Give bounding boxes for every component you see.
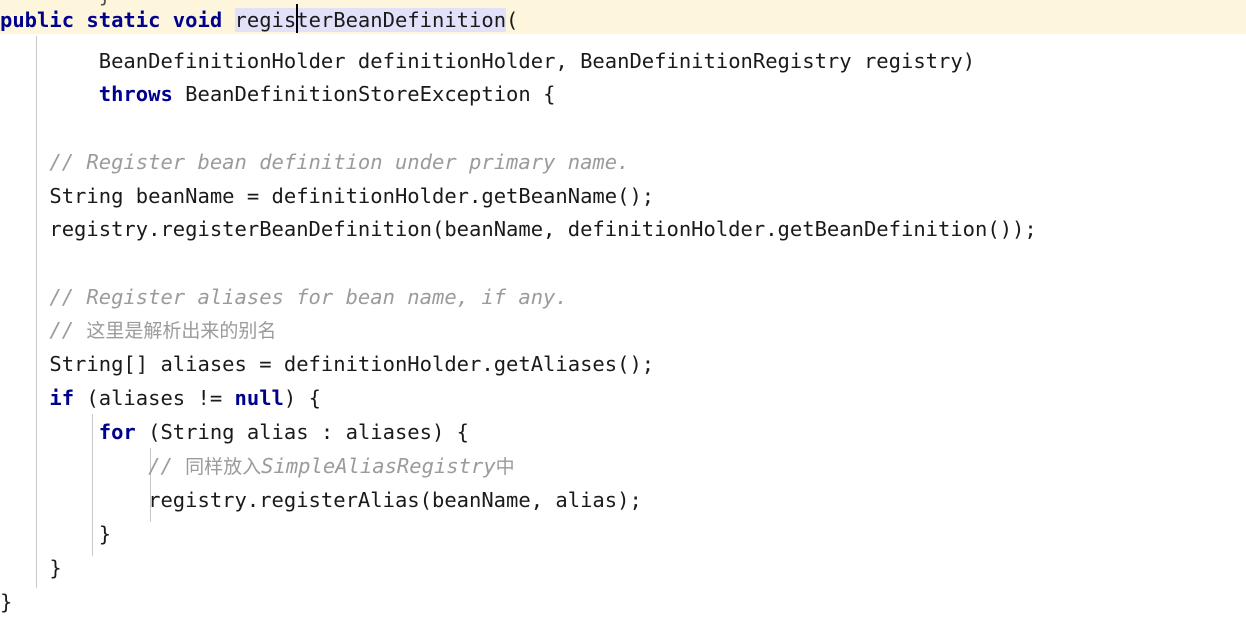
- code-token-comment: SimpleAliasRegistry: [261, 454, 496, 478]
- code-token-keyword: throws: [98, 82, 173, 106]
- code-token-plain: }: [49, 556, 62, 580]
- code-token-keyword: if: [49, 386, 75, 410]
- code-token-comment-cjk: 中: [495, 456, 515, 478]
- code-token-plain: String[] aliases = definitionHolder.getA…: [49, 352, 655, 376]
- code-line[interactable]: String[] aliases = definitionHolder.getA…: [0, 348, 1246, 382]
- code-line[interactable]: throws BeanDefinitionStoreException {: [0, 78, 1246, 112]
- code-token-indent: [0, 217, 49, 241]
- code-token-indent: [0, 318, 49, 342]
- code-token-plain: String beanName = definitionHolder.getBe…: [49, 184, 655, 208]
- code-token-indent: [0, 386, 49, 410]
- code-line[interactable]: [0, 111, 1246, 145]
- code-token-indent: [0, 285, 49, 309]
- code-token-plain: (String alias : aliases) {: [135, 420, 470, 444]
- code-token-plain: }: [0, 590, 13, 614]
- code-token-comment: //: [49, 318, 87, 342]
- code-token-keyword: null: [234, 386, 284, 410]
- code-token-indent: [0, 454, 148, 478]
- code-token-indent: [0, 49, 99, 73]
- code-token-indent: [0, 352, 49, 376]
- code-line[interactable]: }: [0, 518, 1246, 552]
- code-token-plain: registry.registerBeanDefinition(beanName…: [49, 217, 1037, 241]
- code-line[interactable]: BeanDefinitionHolder definitionHolder, B…: [0, 45, 1246, 79]
- code-token-indent: [0, 184, 49, 208]
- code-line[interactable]: // 这里是解析出来的别名: [0, 314, 1246, 348]
- code-token-comment: //: [148, 454, 186, 478]
- code-token-indent: [0, 82, 99, 106]
- code-token-plain: BeanDefinitionStoreException {: [172, 82, 556, 106]
- code-line[interactable]: for (String alias : aliases) {: [0, 416, 1246, 450]
- code-token-identifier-highlight: registerBeanDefinition: [234, 8, 507, 32]
- code-editor[interactable]: } public static void registerBeanDefinit…: [0, 0, 1246, 628]
- code-token-comment: // Register aliases for bean name, if an…: [49, 285, 568, 309]
- code-token-indent: [0, 488, 148, 512]
- code-token-plain: (aliases !=: [74, 386, 235, 410]
- code-line[interactable]: if (aliases != null) {: [0, 382, 1246, 416]
- code-line[interactable]: public static void registerBeanDefinitio…: [0, 4, 1246, 38]
- code-token-indent: [0, 420, 99, 444]
- code-token-indent: [0, 556, 49, 580]
- code-line[interactable]: // Register aliases for bean name, if an…: [0, 281, 1246, 315]
- code-token-indent: [0, 150, 49, 174]
- code-token-plain: }: [98, 522, 112, 546]
- code-token-comment-cjk: 这里是解析出来的别名: [86, 320, 277, 342]
- code-token-indent: [0, 522, 99, 546]
- code-line[interactable]: // 同样放入SimpleAliasRegistry中: [0, 450, 1246, 484]
- code-token-plain: BeanDefinitionHolder definitionHolder, B…: [98, 49, 976, 73]
- code-token-keyword: public static void: [0, 8, 223, 32]
- code-line[interactable]: // Register bean definition under primar…: [0, 146, 1246, 180]
- code-line[interactable]: }: [0, 586, 1246, 620]
- code-token-plain: (: [506, 8, 519, 32]
- code-line[interactable]: String beanName = definitionHolder.getBe…: [0, 180, 1246, 214]
- code-line[interactable]: registry.registerBeanDefinition(beanName…: [0, 213, 1246, 247]
- code-line[interactable]: [0, 247, 1246, 281]
- code-token-comment: // Register bean definition under primar…: [49, 150, 630, 174]
- code-token-keyword: for: [98, 420, 136, 444]
- text-caret: [296, 4, 298, 33]
- code-line[interactable]: registry.registerAlias(beanName, alias);: [0, 484, 1246, 518]
- code-token-plain: ) {: [283, 386, 321, 410]
- code-line[interactable]: }: [0, 552, 1246, 586]
- code-token-plain: registry.registerAlias(beanName, alias);: [148, 488, 642, 512]
- code-token-comment-cjk: 同样放入: [185, 456, 262, 478]
